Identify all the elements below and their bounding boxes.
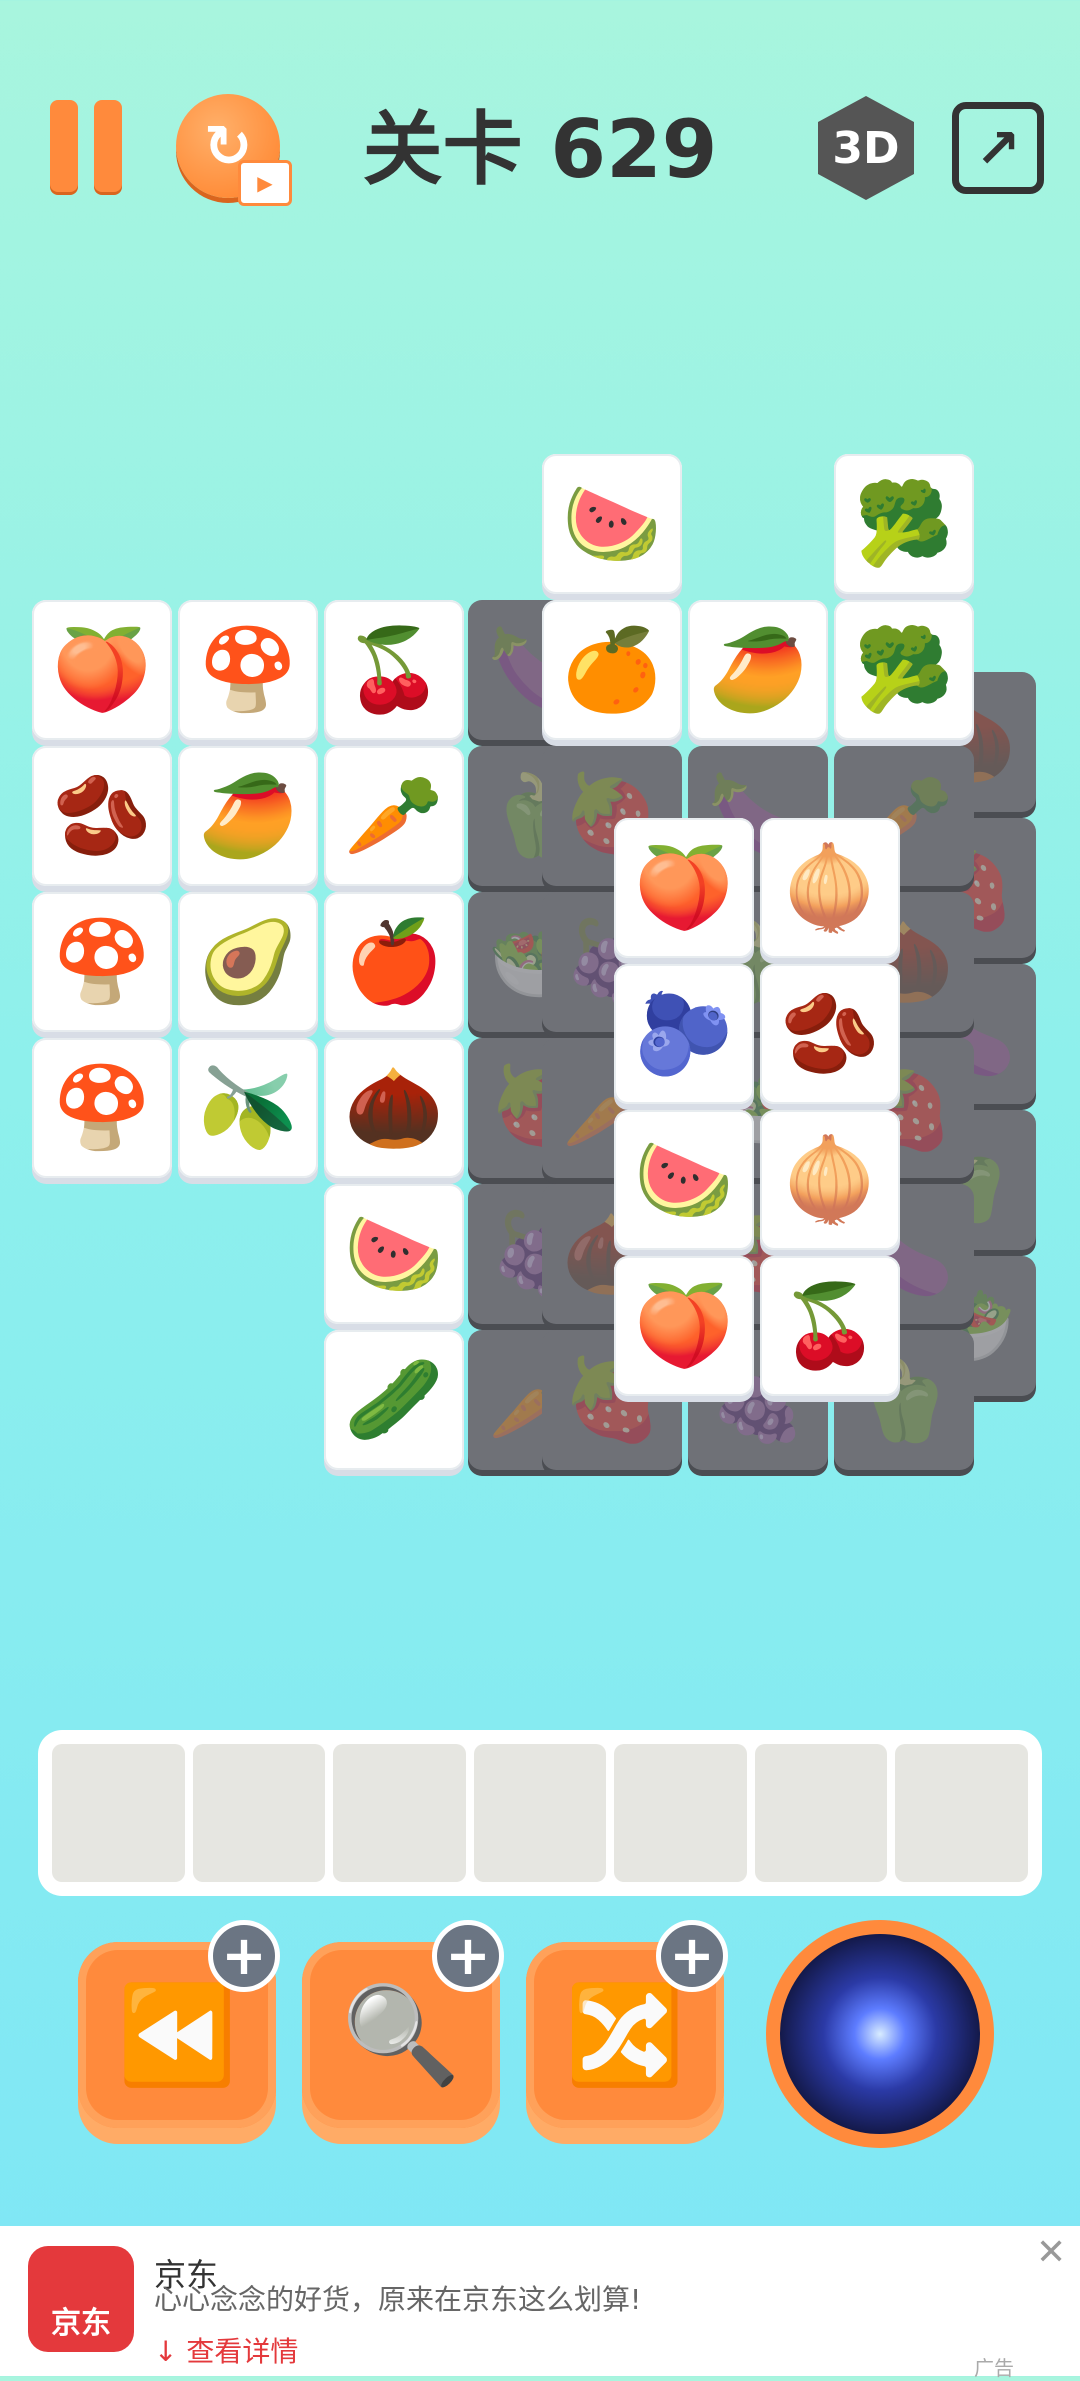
share-icon: ↗ — [975, 116, 1021, 180]
tile[interactable]: 🍉 — [614, 1110, 754, 1250]
tile[interactable]: 🥭 — [178, 746, 318, 886]
tile[interactable]: 🍒 — [760, 1256, 900, 1396]
tile[interactable]: 🥕 — [324, 746, 464, 886]
ad-details-link[interactable]: ↓ 查看详情 — [154, 2330, 298, 2370]
tile[interactable]: 🍉 — [324, 1184, 464, 1324]
hint-add-button[interactable]: + — [432, 1920, 504, 1992]
tray-slot — [614, 1744, 747, 1882]
tile-fruit-icon: 🥕 — [344, 769, 444, 862]
tile[interactable]: 🍄 — [32, 892, 172, 1032]
tile-fruit-icon: 🫘 — [780, 987, 880, 1080]
galaxy-icon — [780, 1934, 980, 2134]
shuffle-icon: 🔀 — [565, 1978, 685, 2091]
pause-button[interactable] — [46, 100, 124, 192]
tile-fruit-icon: 🍒 — [780, 1279, 880, 1372]
tile-fruit-icon: 🫘 — [52, 769, 152, 862]
tile[interactable]: 🥦 — [834, 600, 974, 740]
tray-slot — [52, 1744, 185, 1882]
share-button[interactable]: ↗ — [952, 102, 1044, 194]
tile[interactable]: 🥑 — [178, 892, 318, 1032]
tile-fruit-icon: 🥒 — [344, 1353, 444, 1446]
tile-fruit-icon: 🍉 — [634, 1133, 734, 1226]
tile-fruit-icon: 🫒 — [198, 1061, 298, 1154]
portal-button[interactable] — [766, 1920, 994, 2148]
tile-fruit-icon: 🧅 — [780, 841, 880, 934]
level-title: 关卡 629 — [362, 103, 718, 196]
rewind-icon: ⏪ — [117, 1978, 237, 2091]
tile[interactable]: 🍎 — [324, 892, 464, 1032]
magnifier-icon: 🔍 — [341, 1978, 461, 2091]
tile-fruit-icon: 🍄 — [52, 915, 152, 1008]
tray-slot — [895, 1744, 1029, 1882]
tile-fruit-icon: 🍑 — [634, 1279, 734, 1372]
tile[interactable]: 🍑 — [614, 818, 754, 958]
tile[interactable]: 🥦 — [834, 454, 974, 594]
tray-slot — [333, 1744, 466, 1882]
tile-fruit-icon: 🥦 — [854, 477, 954, 570]
ad-description: 心心念念的好货，原来在京东这么划算! — [154, 2283, 642, 2316]
tile[interactable]: 🍑 — [32, 600, 172, 740]
tile-tray — [38, 1730, 1042, 1896]
tile[interactable]: 🍄 — [178, 600, 318, 740]
tile-fruit-icon: 🍑 — [52, 623, 152, 716]
tile[interactable]: 🍒 — [324, 600, 464, 740]
tile-fruit-icon: 🥭 — [708, 623, 808, 716]
tile[interactable]: 🫒 — [178, 1038, 318, 1178]
tile[interactable]: 🫘 — [32, 746, 172, 886]
tile[interactable]: 🧅 — [760, 1110, 900, 1250]
tile-fruit-icon: 🫐 — [634, 987, 734, 1080]
close-icon[interactable]: ✕ — [1036, 2232, 1066, 2273]
video-ad-icon: ▶ — [238, 160, 292, 206]
ad-label: 广告 — [974, 2356, 1014, 2380]
tile[interactable]: 🫐 — [614, 964, 754, 1104]
tile[interactable]: 🫘 — [760, 964, 900, 1104]
tile-fruit-icon: 🥭 — [198, 769, 298, 862]
tile[interactable]: 🧅 — [760, 818, 900, 958]
3d-toggle-button[interactable]: 3D — [818, 96, 914, 200]
tray-slot — [473, 1744, 607, 1882]
tile-fruit-icon: 🧅 — [780, 1133, 880, 1226]
tile-fruit-icon: 🍄 — [198, 623, 298, 716]
tile-fruit-icon: 🍄 — [52, 1061, 152, 1154]
tile-fruit-icon: 🍑 — [634, 841, 734, 934]
shuffle-add-button[interactable]: + — [656, 1920, 728, 1992]
tile-fruit-icon: 🥑 — [198, 915, 298, 1008]
tile[interactable]: 🍊 — [542, 600, 682, 740]
tile[interactable]: 🥒 — [324, 1330, 464, 1470]
tile-fruit-icon: 🍎 — [344, 915, 444, 1008]
tile[interactable]: 🍉 — [542, 454, 682, 594]
tile[interactable]: 🌰 — [324, 1038, 464, 1178]
undo-add-button[interactable]: + — [208, 1920, 280, 1992]
tray-slot — [192, 1744, 326, 1882]
tile-fruit-icon: 🍉 — [344, 1207, 444, 1300]
tile-fruit-icon: 🍒 — [344, 623, 444, 716]
jd-logo: 京东 — [28, 2246, 134, 2352]
tile-fruit-icon: 🍊 — [562, 623, 662, 716]
tile[interactable]: 🍄 — [32, 1038, 172, 1178]
tile-fruit-icon: 🥦 — [854, 623, 954, 716]
tile[interactable]: 🥭 — [688, 600, 828, 740]
tile-fruit-icon: 🌰 — [344, 1061, 444, 1154]
tile-fruit-icon: 🍉 — [562, 477, 662, 570]
tile[interactable]: 🍑 — [614, 1256, 754, 1396]
tray-slot — [754, 1744, 888, 1882]
